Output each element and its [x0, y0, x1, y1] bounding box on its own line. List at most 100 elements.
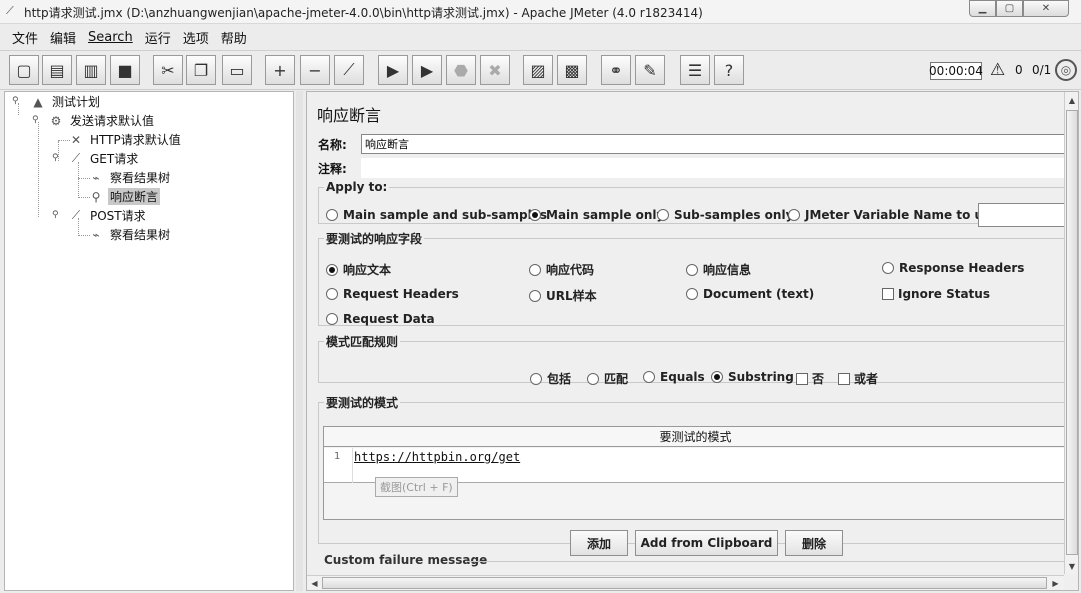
- collapse-button[interactable]: −: [300, 55, 330, 85]
- horizontal-scroll-thumb[interactable]: [322, 577, 1047, 589]
- comment-input[interactable]: [361, 158, 1065, 178]
- shutdown-button[interactable]: ✖: [480, 55, 510, 85]
- menu-search[interactable]: Search: [82, 30, 139, 45]
- name-label: 名称:: [318, 138, 347, 152]
- rule-or-checkbox[interactable]: 或者: [838, 370, 878, 387]
- radio-selected-icon: [711, 371, 723, 383]
- rule-equals-radio[interactable]: Equals: [643, 370, 705, 384]
- scroll-right-icon[interactable]: ▶: [1049, 577, 1062, 589]
- vertical-scrollbar[interactable]: ▲ ▼: [1064, 92, 1078, 574]
- add-from-clipboard-button[interactable]: Add from Clipboard: [635, 530, 778, 556]
- tree-node-thread-group[interactable]: ⚙ 发送请求默认值: [47, 112, 156, 129]
- horizontal-scrollbar[interactable]: ◀ ▶: [307, 575, 1064, 590]
- tree-node-view-results-2[interactable]: ⌁ 察看结果树: [87, 226, 172, 243]
- field-request-data-radio[interactable]: Request Data: [326, 312, 435, 326]
- elapsed-timer: 00:00:04: [929, 62, 983, 80]
- field-response-message-radio[interactable]: 响应信息: [686, 261, 751, 278]
- menu-options[interactable]: 选项: [177, 28, 215, 47]
- field-response-headers-radio[interactable]: Response Headers: [882, 261, 1024, 275]
- apply-sub-only-radio[interactable]: Sub-samples only: [657, 208, 793, 222]
- toggle-button[interactable]: ⟋: [334, 55, 364, 85]
- new-button[interactable]: ▢: [9, 55, 39, 85]
- rule-contains-radio[interactable]: 包括: [530, 370, 571, 387]
- start-no-pause-button[interactable]: ▶: [412, 55, 442, 85]
- stop-button[interactable]: ⬣: [446, 55, 476, 85]
- minimize-button[interactable]: ▁: [969, 0, 996, 17]
- expand-toggle-icon[interactable]: ⚲: [12, 96, 19, 106]
- field-response-code-radio[interactable]: 响应代码: [529, 261, 594, 278]
- tree-node-test-plan[interactable]: ▲ 测试计划: [29, 93, 102, 110]
- response-field-legend: 要测试的响应字段: [326, 232, 423, 246]
- jmeter-variable-input[interactable]: [978, 203, 1068, 227]
- close-button[interactable]: ✕: [1023, 0, 1069, 17]
- chart-icon: ⌁: [92, 170, 100, 185]
- ignore-status-checkbox[interactable]: Ignore Status: [882, 287, 990, 301]
- templates-button[interactable]: ▤: [42, 55, 72, 85]
- maximize-button[interactable]: ▢: [996, 0, 1023, 17]
- pattern-rules-legend: 模式匹配规则: [326, 335, 399, 349]
- reset-search-button[interactable]: ✎: [635, 55, 665, 85]
- tree-node-view-results[interactable]: ⌁ 察看结果树: [87, 169, 172, 186]
- tree-line: [78, 162, 79, 198]
- field-document-text-radio[interactable]: Document (text): [686, 287, 814, 301]
- scroll-down-icon[interactable]: ▼: [1066, 559, 1078, 573]
- expand-toggle-icon[interactable]: ⚲: [52, 153, 59, 163]
- tree-node-get-request[interactable]: ⟋ GET请求: [67, 150, 140, 167]
- help-button[interactable]: ?: [714, 55, 744, 85]
- editor-gutter: [352, 448, 353, 483]
- scroll-left-icon[interactable]: ◀: [308, 577, 321, 589]
- pattern-value[interactable]: https://httpbin.org/get: [354, 450, 520, 464]
- expand-toggle-icon[interactable]: ⚲: [32, 115, 39, 125]
- name-input[interactable]: [361, 134, 1065, 154]
- cut-button[interactable]: ✂: [153, 55, 183, 85]
- field-url-sampled-radio[interactable]: URL样本: [529, 287, 597, 304]
- function-helper-button[interactable]: ☰: [680, 55, 710, 85]
- add-button[interactable]: 添加: [570, 530, 628, 556]
- tree-node-response-assertion[interactable]: ⚲ 响应断言: [87, 188, 161, 205]
- line-number: 1: [334, 451, 341, 462]
- expand-icon: +: [273, 60, 287, 80]
- radio-icon: [788, 209, 800, 221]
- scroll-up-icon[interactable]: ▲: [1066, 93, 1078, 107]
- field-response-text-radio[interactable]: 响应文本: [326, 261, 391, 278]
- tree-node-label: HTTP请求默认值: [90, 133, 181, 147]
- pane-splitter[interactable]: [296, 91, 303, 591]
- rule-substring-radio[interactable]: Substring: [711, 370, 794, 384]
- expand-button[interactable]: +: [265, 55, 295, 85]
- open-button[interactable]: ▥: [76, 55, 106, 85]
- save-button[interactable]: ■: [110, 55, 140, 85]
- feather-icon: ⟋: [6, 4, 14, 17]
- paste-button[interactable]: ▭: [222, 55, 252, 85]
- pipette-icon: ⟋: [71, 208, 81, 222]
- search-button[interactable]: ⚭: [601, 55, 631, 85]
- apply-main-and-sub-radio[interactable]: Main sample and sub-samples: [326, 208, 547, 222]
- toolbar: ▢ ▤ ▥ ■ ✂ ❐ ▭ + − ⟋ ▶ ▶ ⬣ ✖ ▨ ▩ ⚭ ✎ ☰? 00:00:04 ⚠ 0 0/1 ◎: [0, 50, 1081, 90]
- test-plan-tree: ⚲ ⚲ ⚲ ⚲ ▲ 测试计划 ⚙ 发送请求默认值 ✕ HTTP请求默认值 ⟋ G…: [4, 91, 294, 591]
- vertical-scroll-thumb[interactable]: [1066, 110, 1078, 555]
- clear-button[interactable]: ▨: [523, 55, 553, 85]
- field-request-headers-radio[interactable]: Request Headers: [326, 287, 459, 301]
- chart-icon: ⌁: [92, 227, 100, 242]
- clear-icon: ▨: [530, 60, 546, 80]
- delete-button[interactable]: 删除: [785, 530, 843, 556]
- menu-file[interactable]: 文件: [6, 28, 44, 47]
- start-button[interactable]: ▶: [378, 55, 408, 85]
- menu-run[interactable]: 运行: [139, 28, 177, 47]
- remote-status-icon: ◎: [1055, 59, 1077, 81]
- custom-failure-legend: Custom failure message: [324, 553, 488, 567]
- rule-matches-radio[interactable]: 匹配: [587, 370, 628, 387]
- apply-main-only-radio[interactable]: Main sample only: [529, 208, 664, 222]
- rule-not-checkbox[interactable]: 否: [796, 370, 824, 387]
- menu-edit[interactable]: 编辑: [44, 28, 82, 47]
- menu-help[interactable]: 帮助: [215, 28, 253, 47]
- new-icon: ▢: [16, 60, 32, 80]
- patterns-to-test-legend: 要测试的模式: [326, 396, 399, 410]
- apply-jmeter-variable-radio[interactable]: JMeter Variable Name to use: [788, 208, 998, 222]
- expand-toggle-icon[interactable]: ⚲: [52, 210, 59, 220]
- tree-node-post-request[interactable]: ⟋ POST请求: [67, 207, 148, 224]
- clear-all-button[interactable]: ▩: [557, 55, 587, 85]
- tree-node-http-defaults[interactable]: ✕ HTTP请求默认值: [67, 131, 183, 148]
- radio-icon: [587, 372, 599, 385]
- copy-button[interactable]: ❐: [186, 55, 216, 85]
- warning-icon[interactable]: ⚠: [990, 60, 1005, 80]
